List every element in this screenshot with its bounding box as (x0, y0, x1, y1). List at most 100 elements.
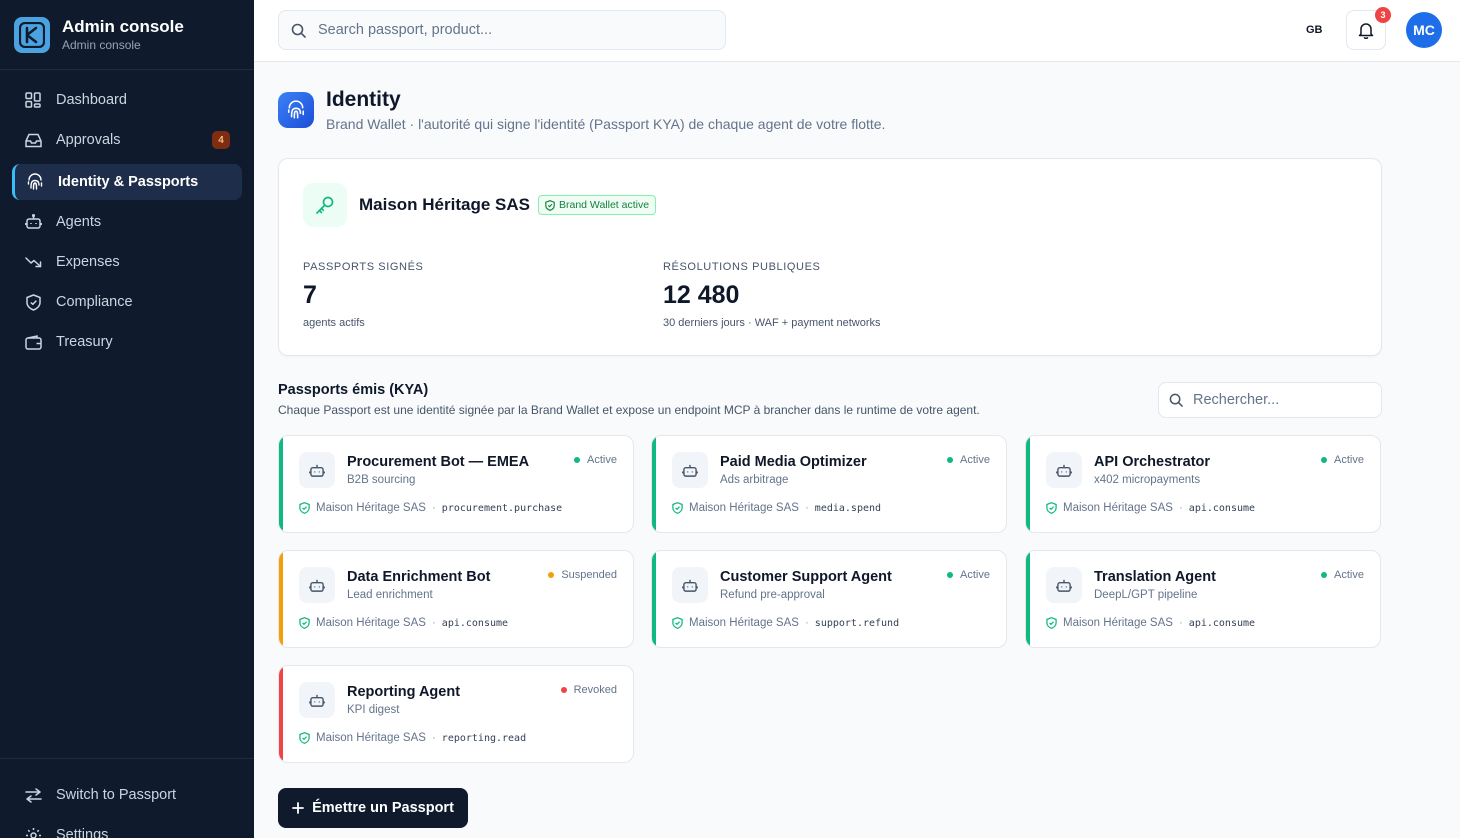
sidebar-nav: Dashboard Approvals 4 Identity & Passpor… (0, 70, 254, 360)
sidebar-item-treasury[interactable]: Treasury (12, 324, 242, 360)
emit-passport-label: Émettre un Passport (312, 800, 454, 816)
status-stripe (652, 436, 656, 532)
passport-issuer: Maison Héritage SAS (1063, 502, 1173, 514)
passport-purpose: Refund pre-approval (720, 589, 825, 601)
shield-check-icon (1046, 502, 1057, 514)
passport-card[interactable]: Procurement Bot — EMEA B2B sourcing Acti… (278, 435, 634, 533)
status-badge: Brand Wallet active (538, 195, 657, 215)
passport-scope: reporting.read (441, 732, 527, 744)
settings-button[interactable]: Settings (12, 817, 242, 838)
sidebar-item-identity-passports[interactable]: Identity & Passports (12, 164, 242, 200)
passport-issuer: Maison Héritage SAS (316, 732, 426, 744)
stat-public-resolutions: Résolutions publiques 12 480 30 derniers… (663, 261, 881, 329)
robot-icon (1046, 567, 1082, 603)
key-icon (303, 183, 347, 227)
passport-name: Customer Support Agent (720, 569, 892, 585)
inbox-icon (24, 131, 42, 149)
robot-icon (24, 213, 42, 231)
notifications-count-badge: 3 (1375, 7, 1391, 23)
sidebar: Admin console Admin console Dashboard Ap… (0, 0, 254, 838)
passport-name: Data Enrichment Bot (347, 569, 491, 585)
passport-card[interactable]: Translation Agent DeepL/GPT pipeline Act… (1025, 550, 1381, 648)
passport-scope: support.refund (814, 617, 900, 629)
notifications-button[interactable]: 3 (1346, 7, 1391, 50)
passport-scope: api.consume (1188, 502, 1256, 514)
status-badge: Suspended (548, 569, 617, 581)
passport-filter[interactable] (1158, 382, 1382, 418)
shield-check-icon (299, 617, 310, 629)
app-title: Admin console (62, 16, 184, 36)
sidebar-item-compliance[interactable]: Compliance (12, 284, 242, 320)
passport-issuer: Maison Héritage SAS (1063, 617, 1173, 629)
shield-check-icon (1046, 617, 1057, 629)
robot-icon (299, 682, 335, 718)
robot-icon (1046, 452, 1082, 488)
passport-scope: api.consume (441, 617, 509, 629)
passport-purpose: Ads arbitrage (720, 474, 789, 486)
status-badge: Active (574, 454, 617, 466)
robot-icon (672, 452, 708, 488)
sidebar-item-expenses[interactable]: Expenses (12, 244, 242, 280)
passport-name: Procurement Bot — EMEA (347, 454, 530, 470)
passport-card[interactable]: Reporting Agent KPI digest Revoked Maiso… (278, 665, 634, 763)
status-stripe (279, 436, 283, 532)
sidebar-item-agents[interactable]: Agents (12, 204, 242, 240)
shield-check-icon (299, 502, 310, 514)
sidebar-item-label: Treasury (56, 334, 113, 350)
topbar: GB 3 MC (254, 0, 1460, 62)
stat-value: 7 (303, 281, 317, 309)
switch-icon (24, 786, 42, 804)
passport-card[interactable]: Customer Support Agent Refund pre-approv… (651, 550, 1007, 648)
passport-name: Reporting Agent (347, 684, 461, 700)
sidebar-item-label: Switch to Passport (56, 787, 177, 803)
sidebar-item-label: Approvals (56, 132, 121, 148)
wallet-icon (24, 333, 42, 351)
user-avatar[interactable]: MC (1406, 12, 1442, 48)
emit-passport-button[interactable]: Émettre un Passport (278, 788, 468, 828)
brand-wallet-name: Maison Héritage SAS (359, 195, 530, 214)
passport-card[interactable]: API Orchestrator x402 micropayments Acti… (1025, 435, 1381, 533)
passport-issuer: Maison Héritage SAS (689, 502, 799, 514)
page-header: Identity Brand Wallet · l'autorité qui s… (278, 86, 885, 134)
plus-icon (292, 802, 304, 814)
passport-search-input[interactable] (1193, 392, 1381, 408)
stat-label: Résolutions publiques (663, 261, 821, 273)
stat-passports-signed: Passports signés 7 agents actifs (303, 261, 423, 329)
locale-switcher[interactable]: GB (1306, 24, 1323, 36)
robot-icon (299, 452, 335, 488)
stat-label: Passports signés (303, 261, 424, 273)
passport-name: Translation Agent (1094, 569, 1216, 585)
sidebar-item-dashboard[interactable]: Dashboard (12, 82, 242, 118)
global-search[interactable] (278, 10, 726, 50)
sidebar-item-label: Settings (56, 827, 109, 838)
status-stripe (279, 551, 283, 647)
brand[interactable]: Admin console Admin console (0, 0, 254, 70)
bell-icon (1358, 22, 1374, 39)
section-title: Passports émis (KYA) (278, 382, 429, 398)
fingerprint-icon (278, 92, 314, 128)
shield-check-icon (545, 199, 555, 211)
fingerprint-icon (26, 173, 44, 191)
passport-scope: api.consume (1188, 617, 1256, 629)
page-subtitle: Brand Wallet · l'autorité qui signe l'id… (326, 116, 886, 132)
page-title: Identity (326, 88, 401, 111)
search-icon (1169, 393, 1183, 407)
search-input[interactable] (318, 22, 725, 38)
status-badge: Active (1321, 454, 1364, 466)
status-badge: Active (1321, 569, 1364, 581)
switch-to-passport-button[interactable]: Switch to Passport (12, 777, 242, 813)
passport-card[interactable]: Paid Media Optimizer Ads arbitrage Activ… (651, 435, 1007, 533)
passport-card[interactable]: Data Enrichment Bot Lead enrichment Susp… (278, 550, 634, 648)
passport-purpose: x402 micropayments (1094, 474, 1201, 486)
status-stripe (652, 551, 656, 647)
app-logo-icon (14, 16, 50, 53)
sidebar-bottom: Switch to Passport Settings (0, 758, 254, 838)
robot-icon (672, 567, 708, 603)
sidebar-item-approvals[interactable]: Approvals 4 (12, 122, 242, 158)
status-stripe (1026, 436, 1030, 532)
trend-down-icon (24, 253, 42, 271)
stat-note: 30 derniers jours · WAF + payment networ… (663, 317, 881, 329)
status-badge: Active (947, 454, 990, 466)
status-badge: Revoked (560, 684, 617, 696)
status-stripe (279, 666, 283, 762)
